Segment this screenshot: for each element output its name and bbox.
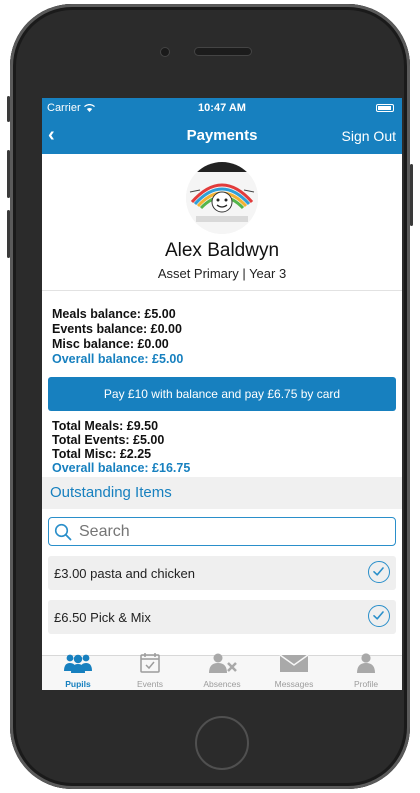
- calendar-icon: [140, 652, 160, 678]
- tab-label: Absences: [203, 679, 241, 689]
- absence-icon: [207, 653, 237, 678]
- earpiece-speaker: [195, 48, 251, 55]
- pupil-name: Alex Baldwyn: [164, 240, 280, 261]
- pupil-profile: Alex Baldwyn Asset Primary | Year 3: [42, 154, 402, 291]
- item-label: £3.00 pasta and chicken: [54, 566, 195, 581]
- pay-button[interactable]: Pay £10 with balance and pay £6.75 by ca…: [48, 377, 396, 411]
- front-camera: [161, 48, 169, 56]
- checkmark-circle-icon[interactable]: [368, 561, 390, 583]
- misc-balance: Misc balance: £0.00: [52, 337, 169, 351]
- list-item[interactable]: £6.50 Pick & Mix: [48, 600, 396, 634]
- pupils-icon: [63, 653, 93, 678]
- app-screen: Carrier 10:47 AM ‹ Payments Sign Out Ale…: [42, 98, 402, 690]
- item-label: £6.50 Pick & Mix: [54, 610, 151, 625]
- pupil-school: Asset Primary | Year 3: [157, 266, 287, 281]
- battery-icon: [376, 104, 394, 112]
- tab-pupils[interactable]: Pupils: [42, 653, 114, 690]
- phone-frame: Carrier 10:47 AM ‹ Payments Sign Out Ale…: [7, 4, 413, 789]
- tab-label: Events: [137, 679, 163, 689]
- tab-label: Pupils: [65, 679, 91, 689]
- tab-profile[interactable]: Profile: [330, 653, 402, 690]
- tab-bar: Pupils Events Absences Messages Profile: [42, 653, 402, 690]
- status-bar: Carrier 10:47 AM: [42, 98, 402, 118]
- status-time: 10:47 AM: [198, 102, 246, 114]
- tab-label: Profile: [353, 679, 379, 689]
- mute-switch: [7, 96, 10, 122]
- power-button: [410, 164, 413, 226]
- overall-balance: Overall balance: £5.00: [52, 352, 184, 366]
- meals-balance: Meals balance: £5.00: [52, 307, 176, 321]
- total-meals: Total Meals: £9.50: [52, 419, 159, 433]
- tab-absences[interactable]: Absences: [186, 653, 258, 690]
- events-balance: Events balance: £0.00: [52, 322, 182, 336]
- list-item[interactable]: £3.00 pasta and chicken: [48, 556, 396, 590]
- volume-down-button: [7, 210, 10, 258]
- outstanding-items-header: Outstanding Items: [42, 477, 402, 509]
- total-events: Total Events: £5.00: [52, 433, 165, 447]
- search-input[interactable]: [77, 521, 381, 543]
- total-overall-balance: Overall balance: £16.75: [52, 461, 191, 475]
- tab-messages[interactable]: Messages: [258, 653, 330, 690]
- balances-section: Meals balance: £5.00 Events balance: £0.…: [42, 291, 402, 367]
- envelope-icon: [279, 653, 309, 678]
- home-button[interactable]: [195, 716, 249, 770]
- checkmark-circle-icon[interactable]: [368, 605, 390, 627]
- tab-label: Messages: [274, 679, 314, 689]
- profile-icon: [356, 653, 376, 678]
- avatar[interactable]: [186, 162, 258, 234]
- sign-out-button[interactable]: Sign Out: [342, 128, 396, 144]
- volume-up-button: [7, 150, 10, 198]
- totals-section: Total Meals: £9.50 Total Events: £5.00 T…: [42, 419, 402, 475]
- total-misc: Total Misc: £2.25: [52, 447, 152, 461]
- nav-bar: ‹ Payments Sign Out: [42, 118, 402, 154]
- search-box[interactable]: [48, 517, 396, 546]
- tab-events[interactable]: Events: [114, 653, 186, 690]
